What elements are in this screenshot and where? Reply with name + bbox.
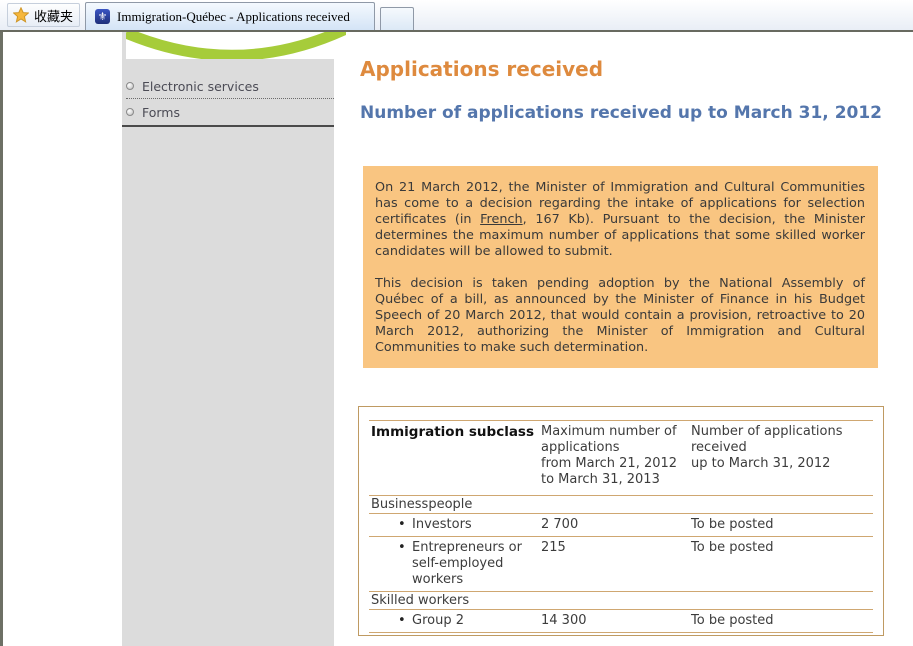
row-received-value: To be posted <box>691 540 873 588</box>
row-max-value: 2 700 <box>541 517 691 533</box>
header-line: from March 21, 2012 <box>541 456 691 472</box>
sidebar-divider-solid <box>122 125 334 127</box>
header-line: Maximum number of applications <box>541 424 691 456</box>
row-max-value: 215 <box>541 540 691 588</box>
sidebar-nav: Electronic services Forms <box>126 76 334 127</box>
radio-bullet-icon <box>126 82 134 90</box>
table-row-category-businesspeople: Businesspeople <box>369 496 873 514</box>
row-label: Group 2 <box>412 613 536 629</box>
header-line: up to March 31, 2012 <box>691 456 873 472</box>
fleur-de-lis-favicon: ⚜ <box>95 9 110 24</box>
notice-box: On 21 March 2012, the Minister of Immigr… <box>363 166 878 368</box>
browser-tab-bar: 收藏夹 ⚜ Immigration-Québec - Applications … <box>0 0 913 30</box>
radio-bullet-icon <box>126 108 134 116</box>
french-pdf-link[interactable]: French <box>480 212 523 227</box>
row-max-value: 14 300 <box>541 613 691 629</box>
table-row-entrepreneurs: • Entrepreneurs or self-employed workers… <box>369 537 873 592</box>
notice-paragraph-2: This decision is taken pending adoption … <box>375 276 865 356</box>
header-line: Number of applications received <box>691 424 873 456</box>
list-bullet-icon: • <box>398 613 412 629</box>
category-label: Skilled workers <box>369 592 541 609</box>
new-tab-button[interactable] <box>380 7 414 30</box>
sidebar-item-forms[interactable]: Forms <box>126 102 334 122</box>
table-row-group-2: • Group 2 14 300 To be posted <box>369 610 873 633</box>
col-header-maximum-number: Maximum number of applications from Marc… <box>541 424 691 488</box>
page-title: Applications received <box>360 57 603 81</box>
row-label: Investors <box>412 517 536 533</box>
tab-title: Immigration-Québec - Applications receiv… <box>117 9 350 25</box>
logo-banner <box>126 32 346 59</box>
row-received-value: To be posted <box>691 613 873 629</box>
list-bullet-icon: • <box>398 517 412 533</box>
table-row-category-skilled-workers: Skilled workers <box>369 592 873 610</box>
list-bullet-icon: • <box>398 540 412 588</box>
table-row-investors: • Investors 2 700 To be posted <box>369 514 873 537</box>
row-label: Entrepreneurs or self-employed workers <box>412 540 536 588</box>
table-header-row: Immigration subclass Maximum number of a… <box>369 421 873 496</box>
applications-table: Immigration subclass Maximum number of a… <box>358 406 884 636</box>
col-header-immigration-subclass: Immigration subclass <box>369 424 541 488</box>
tab-immigration-quebec[interactable]: ⚜ Immigration-Québec - Applications rece… <box>85 2 375 30</box>
sidebar-item-electronic-services[interactable]: Electronic services <box>126 76 334 96</box>
page-subtitle: Number of applications received up to Ma… <box>360 103 882 123</box>
favorites-label: 收藏夹 <box>34 6 73 25</box>
notice-paragraph-1: On 21 March 2012, the Minister of Immigr… <box>375 180 865 260</box>
row-received-value: To be posted <box>691 517 873 533</box>
favorites-button[interactable]: 收藏夹 <box>7 3 80 27</box>
star-icon <box>13 7 29 23</box>
col-header-number-received: Number of applications received up to Ma… <box>691 424 873 488</box>
green-swoosh-icon <box>126 32 346 59</box>
sidebar-divider-dotted <box>126 98 334 99</box>
sidebar-item-label: Electronic services <box>142 79 259 94</box>
applications-table-inner: Immigration subclass Maximum number of a… <box>369 420 873 633</box>
window-left-border <box>0 32 3 646</box>
sidebar-item-label: Forms <box>142 105 180 120</box>
category-label: Businesspeople <box>369 496 541 513</box>
header-line: to March 31, 2013 <box>541 472 691 488</box>
